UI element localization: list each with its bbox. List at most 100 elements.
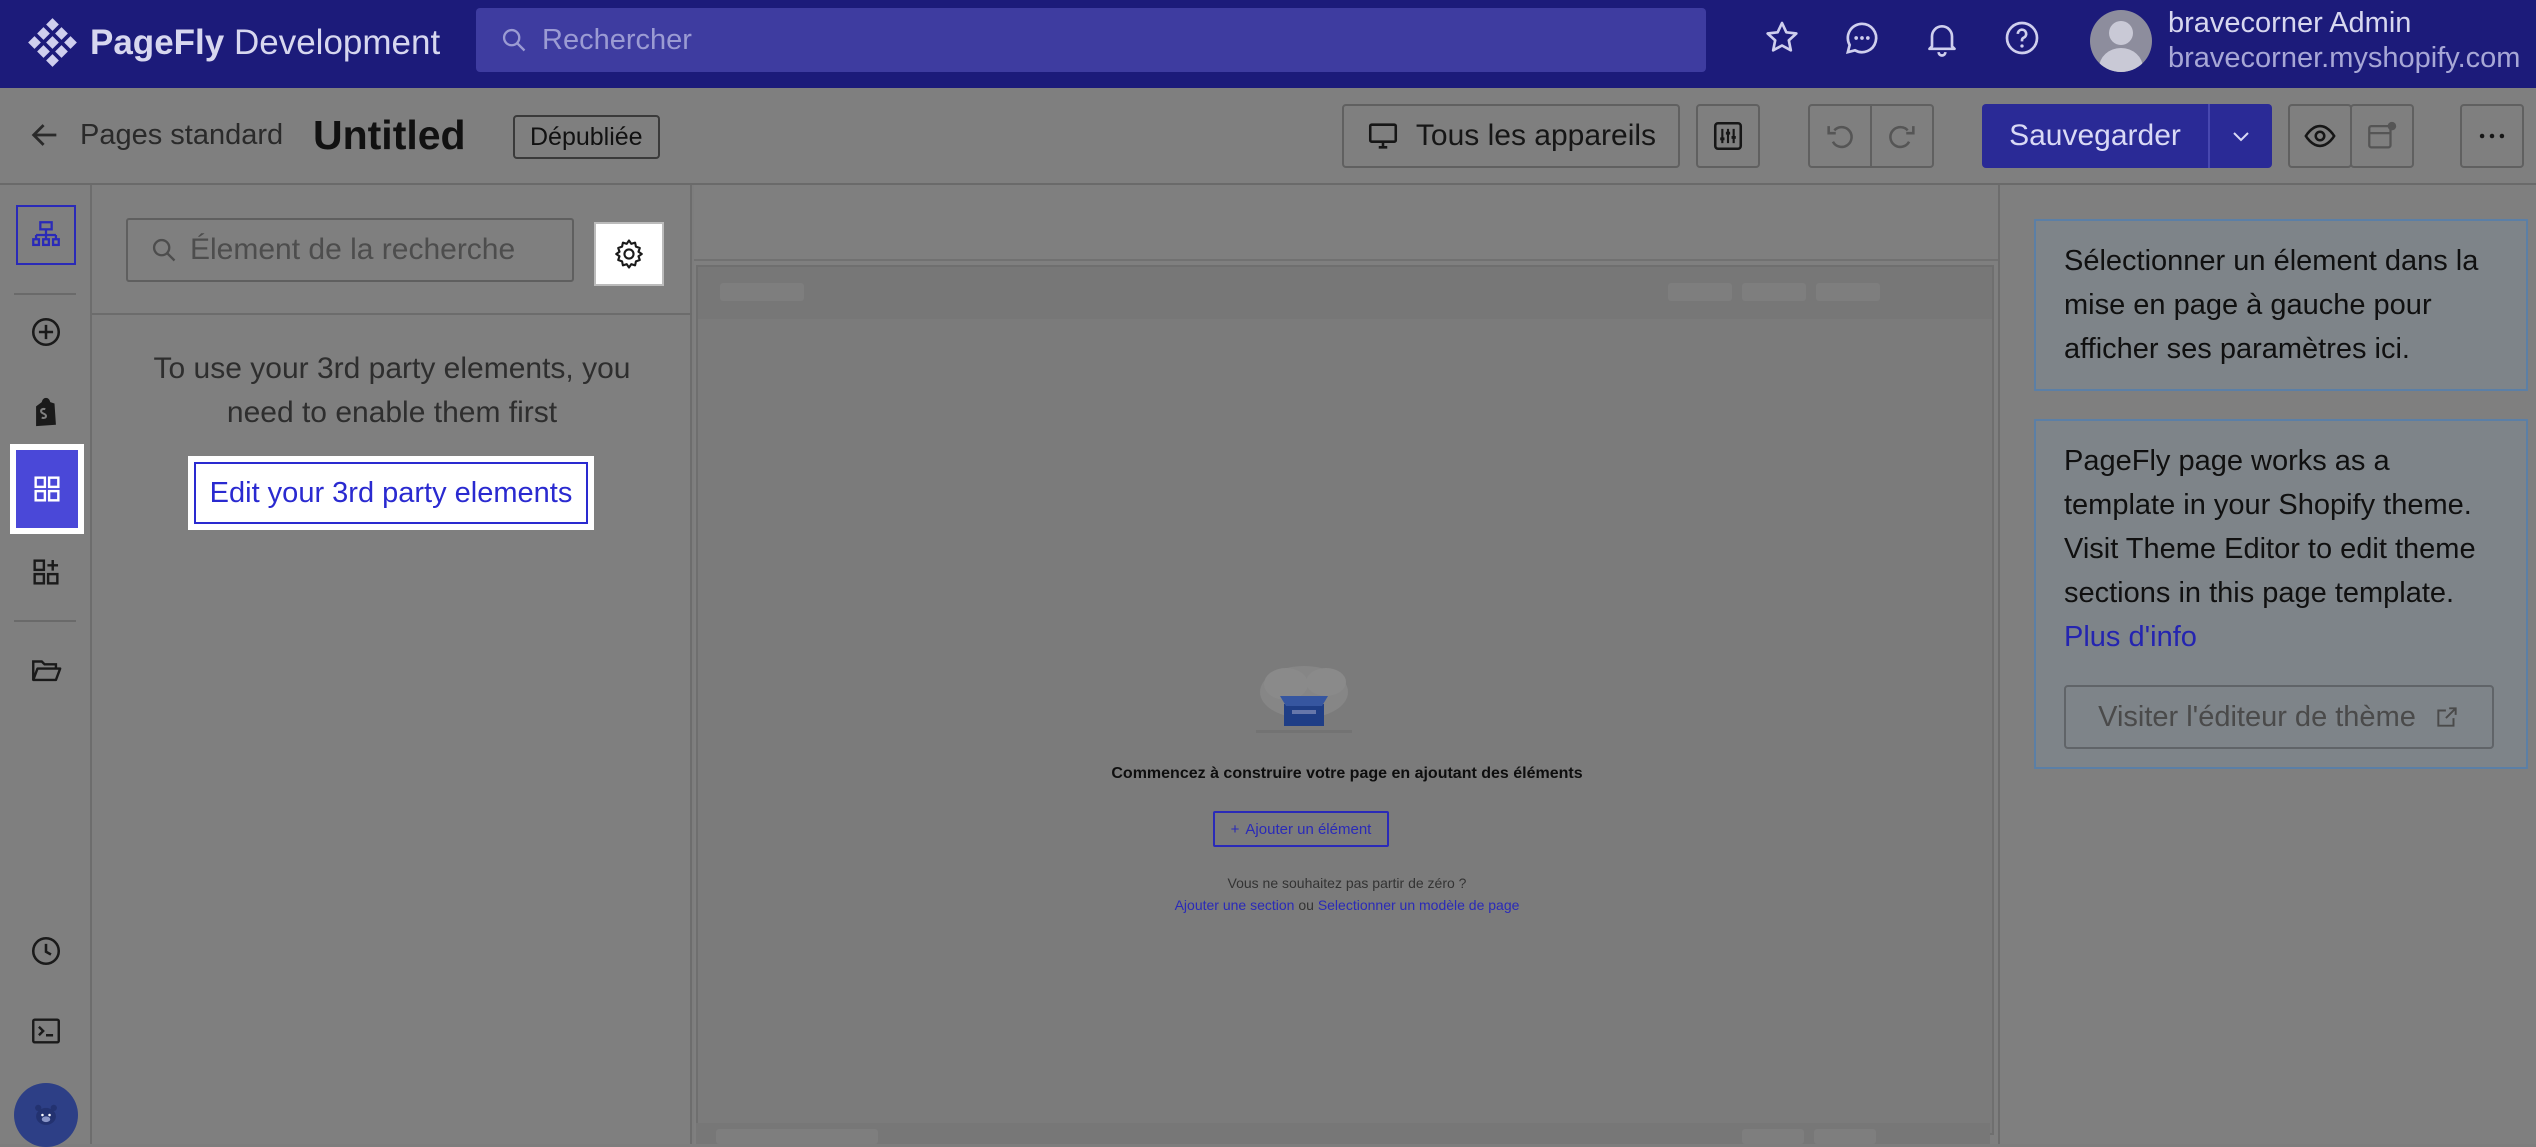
element-settings-button[interactable] <box>594 222 664 286</box>
top-bar: PageFly Development Rechercher bravecorn… <box>0 0 2536 88</box>
footer-placeholder-bar <box>1742 1129 1804 1144</box>
monitor-icon <box>1368 123 1397 149</box>
external-link-icon <box>2437 707 2457 727</box>
canvas-top-divider <box>694 259 1998 261</box>
files-button[interactable] <box>16 640 76 700</box>
folder-icon <box>32 660 62 682</box>
bear-mascot-icon <box>35 1104 57 1125</box>
device-label: Tous les appareils <box>1415 119 1657 152</box>
preview-button[interactable] <box>2288 104 2352 168</box>
add-section-link[interactable]: Ajouter une section <box>1175 897 1295 913</box>
grid-elements-icon <box>34 476 60 502</box>
avatar <box>2090 10 2152 72</box>
publish-button[interactable] <box>2350 104 2414 168</box>
select-element-hint: Sélectionner un élement dans la mise en … <box>2034 219 2528 391</box>
more-options-button[interactable] <box>2460 104 2524 168</box>
page-title[interactable]: Untitled <box>313 112 466 159</box>
layers-icon <box>32 221 60 247</box>
arrow-left-icon <box>31 124 57 146</box>
custom-code-button[interactable] <box>16 1001 76 1061</box>
plus-icon: + <box>1230 820 1240 838</box>
add-element-button[interactable] <box>16 302 76 362</box>
add-circle-icon <box>31 317 61 347</box>
element-search-placeholder: Élement de la recherche <box>190 233 516 266</box>
select-element-hint-text: Sélectionner un élement dans la mise en … <box>2064 245 2479 365</box>
shopify-elements-button[interactable] <box>16 382 76 442</box>
pagefly-logo-icon <box>28 18 77 67</box>
theme-template-info: PageFly page works as a template in your… <box>2034 419 2528 769</box>
terminal-icon <box>32 1018 60 1044</box>
panel-divider <box>92 313 692 315</box>
visit-theme-editor-button[interactable]: Visiter l'éditeur de thème <box>2064 685 2494 749</box>
header-placeholder-bar <box>720 283 804 301</box>
history-button[interactable] <box>16 921 76 981</box>
star-icon[interactable] <box>1762 18 1802 58</box>
save-button[interactable]: Sauvegarder <box>1982 104 2208 168</box>
chevron-down-icon <box>2233 132 2249 142</box>
edit-third-party-elements-link[interactable]: Edit your 3rd party elements <box>188 456 594 530</box>
third-party-message: To use your 3rd party elements, you need… <box>153 352 631 429</box>
user-menu[interactable]: bravecorner Admin bravecorner.myshopify.… <box>2090 6 2520 76</box>
user-info: bravecorner Admin bravecorner.myshopify.… <box>2168 6 2520 76</box>
shopify-bag-icon <box>36 397 56 427</box>
global-search-input[interactable]: Rechercher <box>476 8 1706 72</box>
help-icon[interactable] <box>2002 18 2042 58</box>
rail-divider <box>14 620 76 622</box>
logo-text: PageFly Development <box>90 23 441 62</box>
empty-canvas-title: Commencez à construire votre page en ajo… <box>1111 765 1583 782</box>
add-element-label: Ajouter un élément <box>1245 820 1372 838</box>
start-question: Vous ne souhaitez pas partir de zéro ? <box>1227 875 1467 891</box>
footer-placeholder-bar <box>1814 1129 1876 1144</box>
top-icons <box>1762 18 2042 58</box>
theme-editor-label: Visiter l'éditeur de thème <box>2098 701 2416 733</box>
back-button[interactable]: Pages standard <box>28 118 283 152</box>
bell-icon[interactable] <box>1922 18 1962 58</box>
theme-template-text: PageFly page works as a template in your… <box>2064 445 2476 609</box>
redo-icon <box>1889 125 1915 149</box>
status-badge: Dépubliée <box>513 115 660 159</box>
save-options-dropdown[interactable] <box>2208 104 2272 168</box>
layers-button[interactable] <box>16 205 76 265</box>
publish-icon <box>2368 121 2397 149</box>
user-name: bravecorner Admin <box>2168 7 2412 39</box>
third-party-elements-button[interactable] <box>10 444 84 534</box>
inspector-panel: Sélectionner un élement dans la mise en … <box>1998 185 2536 1144</box>
or-text: ou <box>1298 897 1314 913</box>
user-store: bravecorner.myshopify.com <box>2168 42 2521 74</box>
page-preview-frame[interactable]: Commencez à construire votre page en ajo… <box>696 265 1994 1135</box>
rail-divider <box>14 293 76 295</box>
empty-page-illustration <box>1256 666 1352 733</box>
search-icon <box>502 28 526 52</box>
add-element-button[interactable]: + Ajouter un élément <box>1213 811 1389 847</box>
back-label: Pages standard <box>80 118 284 151</box>
page-settings-button[interactable] <box>1696 104 1760 168</box>
left-icon-rail <box>0 185 92 1147</box>
start-options: Ajouter une section ou Selectionner un m… <box>698 897 1996 913</box>
apps-add-icon <box>33 559 59 585</box>
elements-panel: Élement de la recherche To use your 3rd … <box>92 185 692 1144</box>
sliders-icon <box>1713 121 1743 151</box>
pagefly-logo[interactable]: PageFly Development <box>28 18 440 68</box>
undo-icon <box>1827 125 1853 149</box>
mascot-avatar[interactable] <box>14 1083 78 1147</box>
history-icon <box>31 936 61 966</box>
header-placeholder-bar <box>1742 283 1806 301</box>
apps-button[interactable] <box>16 542 76 602</box>
editor-toolbar: Pages standard Untitled Dépubliée Tous l… <box>0 88 2536 185</box>
more-horizontal-icon <box>2479 133 2505 139</box>
header-placeholder-bar <box>1816 283 1880 301</box>
more-info-link[interactable]: Plus d'info <box>2064 621 2197 653</box>
search-icon <box>152 238 176 262</box>
redo-button[interactable] <box>1870 104 1934 168</box>
gear-icon <box>615 239 643 269</box>
select-template-link[interactable]: Selectionner un modèle de page <box>1318 897 1520 913</box>
preview-header-placeholder <box>698 267 1992 319</box>
chat-icon[interactable] <box>1842 18 1882 58</box>
editor-canvas: Commencez à construire votre page en ajo… <box>694 185 1998 1144</box>
footer-placeholder-bar <box>716 1129 878 1144</box>
element-search-input[interactable]: Élement de la recherche <box>126 218 574 282</box>
device-selector-button[interactable]: Tous les appareils <box>1342 104 1680 168</box>
preview-footer-placeholder <box>696 1123 1990 1144</box>
eye-icon <box>2304 124 2336 148</box>
undo-button[interactable] <box>1808 104 1872 168</box>
